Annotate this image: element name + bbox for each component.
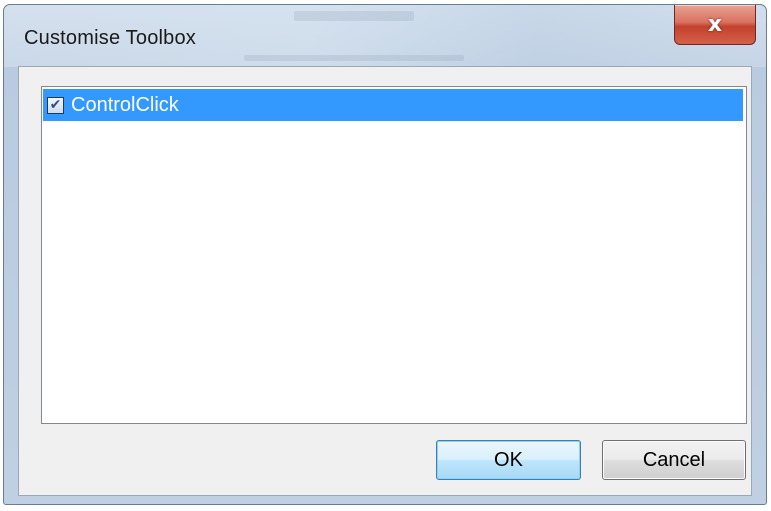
dialog-title: Customise Toolbox xyxy=(24,27,197,49)
list-item[interactable]: ✔ ControlClick xyxy=(43,89,743,121)
dialog-client-area: ✔ ControlClick OK Cancel xyxy=(18,66,752,496)
close-button[interactable]: x xyxy=(674,5,756,45)
item-checkbox[interactable]: ✔ xyxy=(47,96,64,114)
background-blur xyxy=(294,11,414,21)
cancel-button[interactable]: Cancel xyxy=(602,440,746,480)
close-icon: x xyxy=(707,11,723,37)
ok-button[interactable]: OK xyxy=(436,440,581,480)
check-icon: ✔ xyxy=(49,97,62,113)
toolbox-list[interactable]: ✔ ControlClick xyxy=(41,86,747,424)
dialog-window: Customise Toolbox x ✔ ControlClick OK Ca… xyxy=(3,4,767,505)
background-blur xyxy=(244,55,464,61)
list-item-label: ControlClick xyxy=(71,93,179,116)
